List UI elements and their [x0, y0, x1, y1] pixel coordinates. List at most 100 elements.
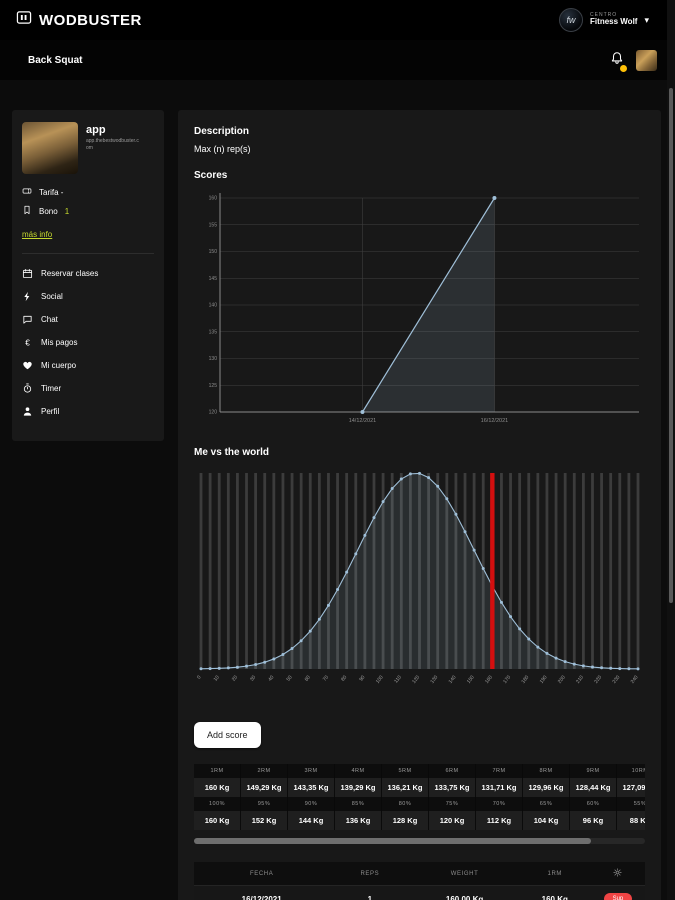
svg-text:20: 20	[231, 674, 239, 682]
wodbuster-logo-icon	[16, 10, 32, 30]
pct-value-cell: 104 Kg	[523, 811, 570, 830]
rm-header-cell: 10RM	[617, 764, 645, 778]
main-panel: Description Max (n) rep(s) Scores 120 125…	[178, 110, 661, 900]
svg-text:160: 160	[484, 674, 494, 684]
rm-value-cell: 128,44 Kg	[570, 778, 617, 797]
svg-text:80: 80	[340, 674, 348, 682]
table-row: 16/12/2021 1 160,00 Kg 160 Kg Sup	[194, 885, 645, 900]
history-fecha: 16/12/2021	[194, 885, 330, 900]
svg-text:0: 0	[196, 674, 203, 680]
rm-value-cell: 149,29 Kg	[241, 778, 288, 797]
sidebar-item-mis-pagos[interactable]: € Mis pagos	[22, 331, 154, 354]
euro-icon: €	[25, 338, 30, 347]
svg-text:135: 135	[209, 329, 218, 335]
app-domain: app.thebestwodbuster.com	[86, 138, 139, 151]
sidebar-item-label: Mis pagos	[41, 338, 78, 347]
timer-icon	[23, 383, 32, 393]
add-score-button[interactable]: Add score	[194, 722, 261, 748]
svg-text:40: 40	[267, 674, 275, 682]
sidebar-item-label: Timer	[41, 384, 62, 393]
svg-text:120: 120	[411, 674, 421, 684]
pct-header-cell: 80%	[382, 797, 429, 811]
top-bar: WODBUSTER fw CENTRO Fitness Wolf ▾	[0, 0, 675, 40]
svg-text:120: 120	[209, 410, 218, 416]
sub-bar: Back Squat	[0, 40, 675, 80]
chevron-down-icon: ▾	[644, 14, 649, 25]
svg-text:200: 200	[557, 674, 567, 684]
pct-value-cell: 144 Kg	[288, 811, 335, 830]
svg-text:140: 140	[209, 303, 218, 309]
rm-table-wrap: 1RM2RM3RM4RM5RM6RM7RM8RM9RM10RM 160 Kg149…	[194, 764, 645, 830]
svg-text:50: 50	[285, 674, 293, 682]
sidebar-item-timer[interactable]: Timer	[22, 377, 154, 400]
bono-value: 1	[64, 206, 70, 216]
app-name: app	[86, 124, 106, 136]
pct-header-cell: 85%	[335, 797, 382, 811]
pct-header-cell: 60%	[570, 797, 617, 811]
user-avatar[interactable]	[636, 49, 657, 71]
vertical-scrollbar[interactable]	[667, 0, 675, 900]
rm-value-cell: 136,21 Kg	[382, 778, 429, 797]
sidebar-item-reservar-clases[interactable]: Reservar clases	[22, 262, 154, 285]
history-header-fecha: FECHA	[194, 862, 330, 886]
center-name: Fitness Wolf	[590, 17, 638, 27]
horizontal-scrollbar[interactable]	[194, 838, 645, 844]
rm-header-cell: 7RM	[476, 764, 523, 778]
sidebar-item-chat[interactable]: Chat	[22, 308, 154, 331]
svg-text:10: 10	[213, 674, 221, 682]
svg-text:230: 230	[612, 674, 622, 684]
pct-header-cell: 70%	[476, 797, 523, 811]
history-header-weight: WEIGHT	[410, 862, 519, 886]
svg-text:70: 70	[322, 674, 330, 682]
history-header-reps: REPS	[329, 862, 411, 886]
calendar-icon	[22, 268, 33, 279]
sidebar: app app.thebestwodbuster.com Tarifa - Bo…	[12, 110, 164, 441]
svg-text:30: 30	[249, 674, 257, 682]
gym-photo	[22, 122, 78, 174]
pct-value-cell: 136 Kg	[335, 811, 382, 830]
delete-score-button[interactable]: Sup	[603, 893, 633, 900]
svg-text:170: 170	[502, 674, 512, 684]
pct-value-cell: 128 Kg	[382, 811, 429, 830]
lightning-icon	[24, 291, 30, 302]
heart-icon	[23, 361, 32, 370]
horizontal-scrollbar-thumb[interactable]	[194, 838, 591, 844]
pct-header-cell: 90%	[288, 797, 335, 811]
center-selector[interactable]: fw CENTRO Fitness Wolf ▾	[559, 8, 649, 32]
pct-header-cell: 100%	[194, 797, 241, 811]
svg-text:60: 60	[304, 674, 312, 682]
scores-chart: 120 125 130 135 140 145 150 155 160 14/12/2021 16/…	[194, 188, 645, 437]
sidebar-item-label: Chat	[41, 315, 58, 324]
rm-value-cell: 129,96 Kg	[523, 778, 570, 797]
rm-header-cell: 5RM	[382, 764, 429, 778]
bono-label: Bono	[39, 206, 58, 216]
sidebar-item-label: Perfil	[41, 407, 60, 416]
vertical-scrollbar-thumb[interactable]	[669, 88, 673, 603]
more-info-link[interactable]: más info	[22, 230, 52, 239]
mevsworld-title: Me vs the world	[194, 447, 270, 458]
rm-header-cell: 3RM	[288, 764, 335, 778]
sidebar-item-mi-cuerpo[interactable]: Mi cuerpo	[22, 354, 154, 377]
pct-header-cell: 95%	[241, 797, 288, 811]
sidebar-item-label: Reservar clases	[41, 269, 99, 278]
svg-text:140: 140	[448, 674, 458, 684]
notifications-button[interactable]	[610, 51, 627, 72]
rm-value-cell: 160 Kg	[194, 778, 241, 797]
sidebar-item-label: Social	[41, 292, 63, 301]
notification-badge	[620, 64, 627, 72]
svg-text:150: 150	[209, 249, 218, 255]
wodbuster-logo[interactable]: WODBUSTER	[16, 10, 142, 30]
pct-value-cell: 120 Kg	[429, 811, 476, 830]
sidebar-item-social[interactable]: Social	[22, 285, 154, 308]
history-header-row: FECHA REPS WEIGHT 1RM	[194, 862, 645, 886]
history-header-settings	[590, 862, 645, 886]
svg-text:90: 90	[358, 674, 366, 682]
history-weight: 160,00 Kg	[410, 885, 519, 900]
svg-text:100: 100	[375, 674, 385, 684]
pct-value-cell: 112 Kg	[476, 811, 523, 830]
sidebar-item-perfil[interactable]: Perfil	[22, 400, 154, 423]
history-1rm: 160 Kg	[518, 885, 591, 900]
svg-text:16/12/2021: 16/12/2021	[481, 418, 509, 424]
sidebar-item-label: Mi cuerpo	[41, 361, 77, 370]
svg-text:125: 125	[209, 383, 218, 389]
